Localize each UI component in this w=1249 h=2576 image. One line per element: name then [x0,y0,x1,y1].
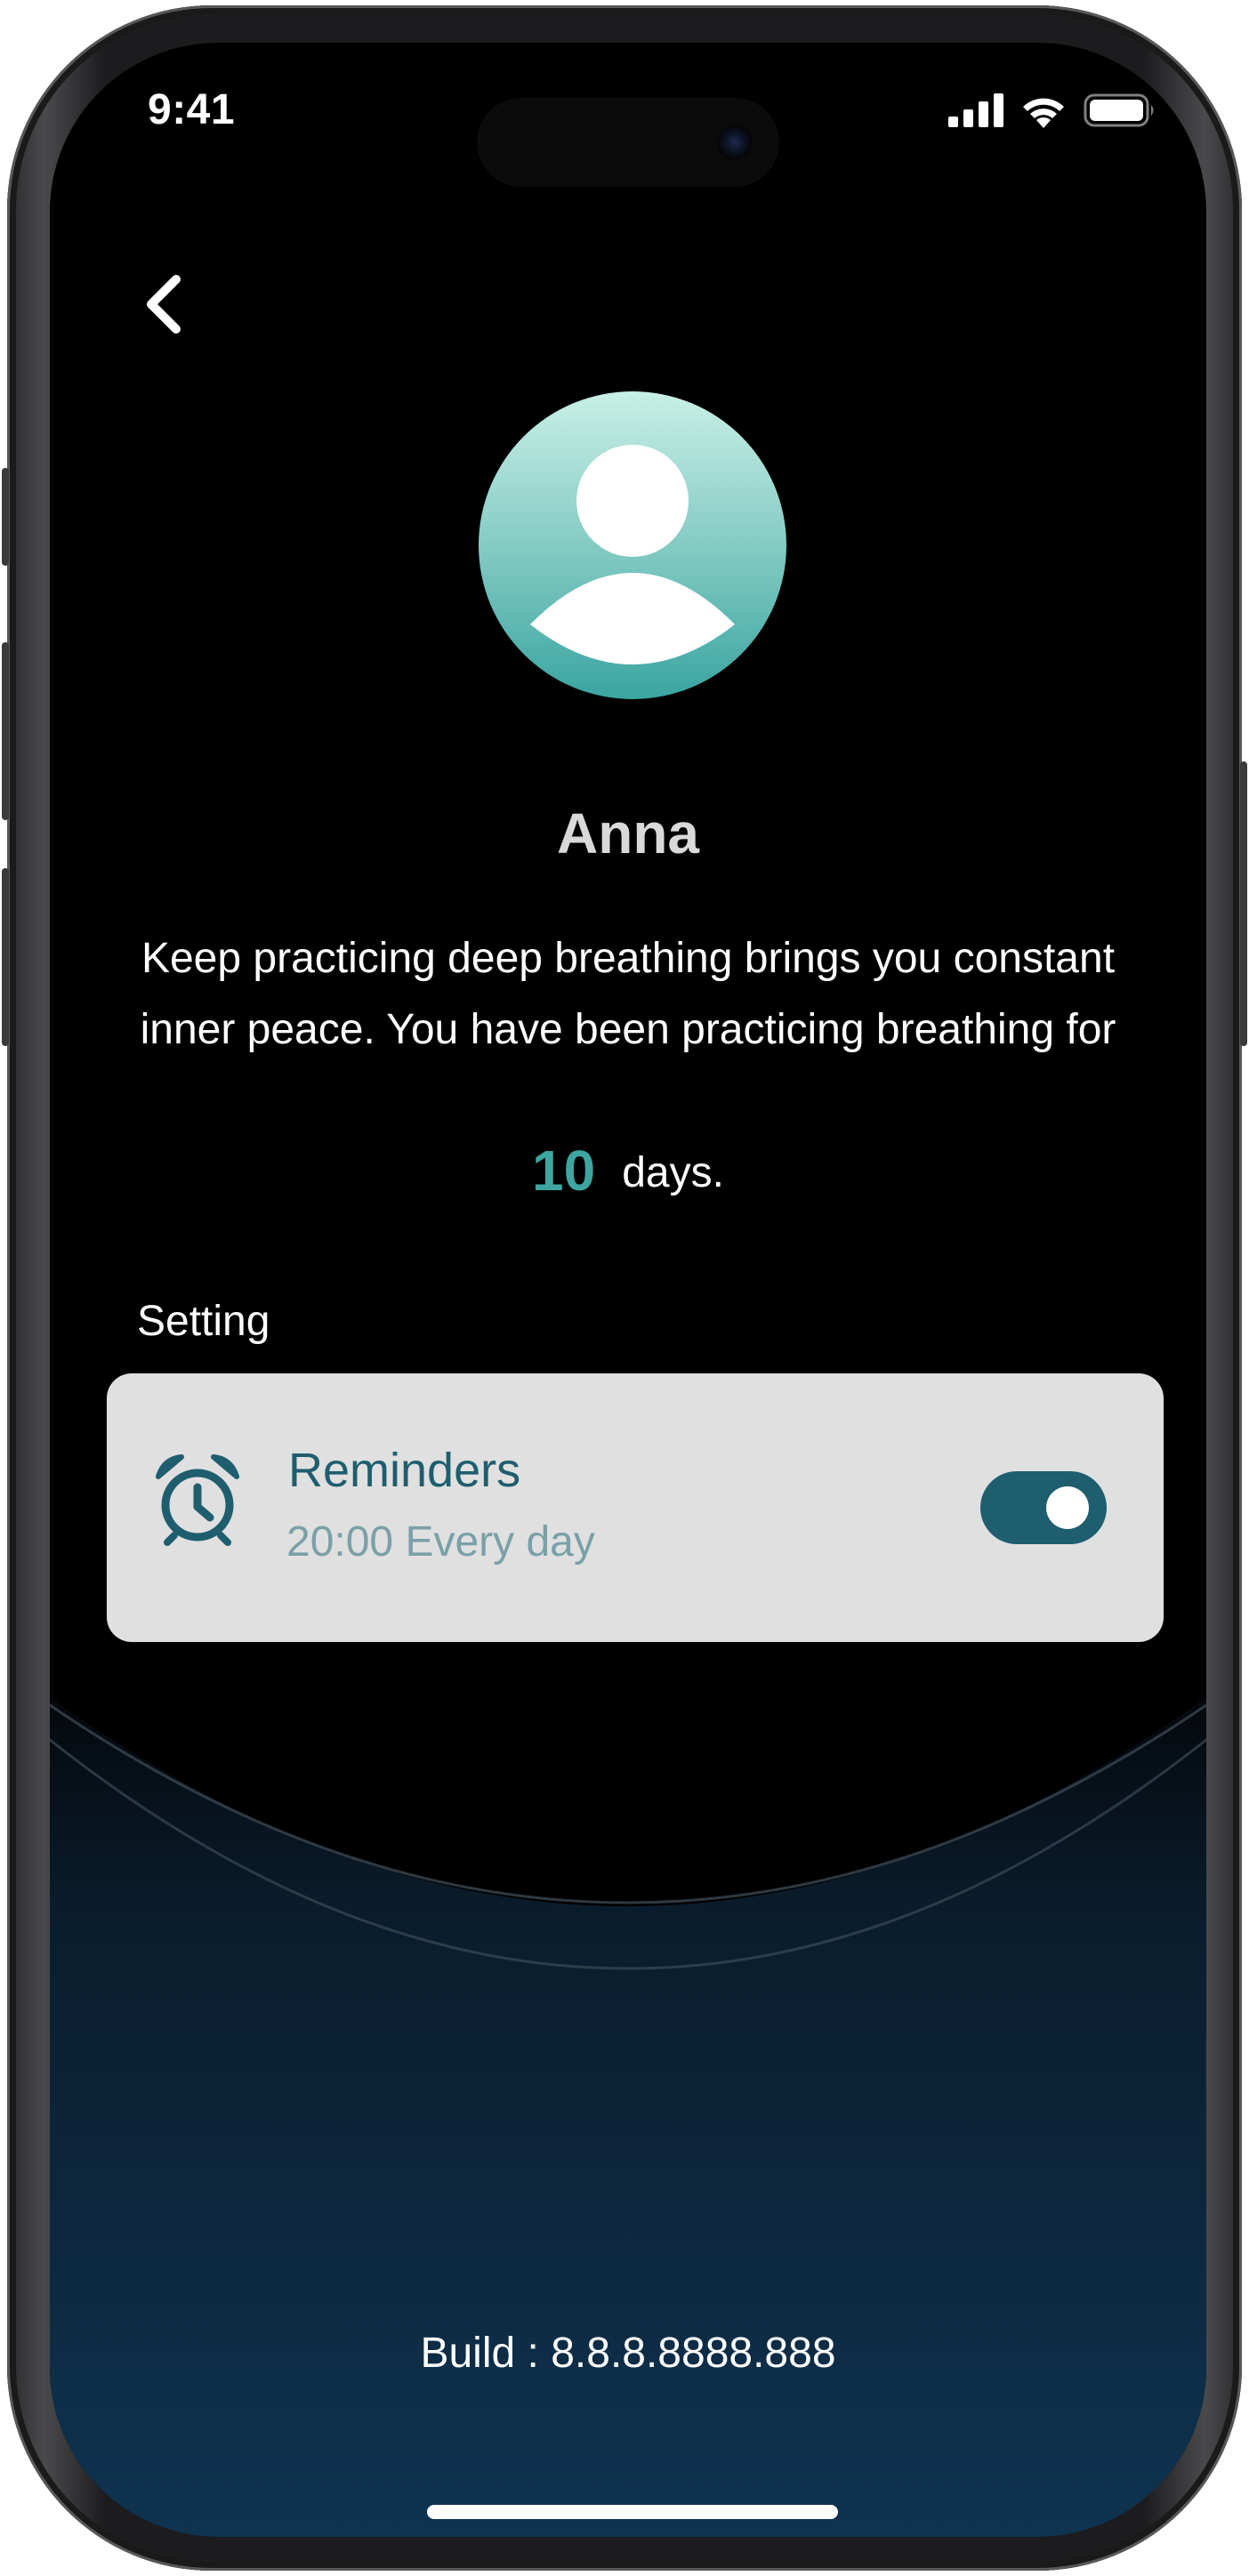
chevron-left-icon [147,275,181,334]
status-time: 9:41 [148,86,236,133]
avatar [479,391,786,699]
days-label: days. [622,1149,724,1196]
reminder-toggle[interactable] [980,1471,1107,1544]
phone-frame: 9:41 Anna Keep practicing deep breathing… [2,5,1247,2571]
battery-icon [1084,93,1154,127]
power-button [1240,761,1247,1046]
home-indicator[interactable] [427,2505,838,2519]
toggle-knob [1046,1486,1089,1529]
days-count: 10 [532,1139,596,1203]
practice-message: Keep practicing deep breathing brings yo… [140,935,1116,1053]
action-button [2,468,9,566]
build-version: Build : 8.8.8.8888.888 [420,2330,836,2377]
reminder-schedule: 20:00 Every day [286,1518,595,1566]
signal-icon [948,93,1003,127]
wifi-icon [1023,98,1064,128]
settings-section-title: Setting [137,1298,270,1345]
volume-up-button [2,642,9,820]
reminder-title: Reminders [288,1444,521,1497]
reminders-card[interactable]: Reminders 20:00 Every day [107,1373,1164,1642]
days-practiced: 10 days. [50,1135,1206,1209]
alarm-clock-icon [156,1454,239,1546]
app-screen: 9:41 Anna Keep practicing deep breathing… [50,43,1206,2537]
user-silhouette-icon [530,445,735,664]
back-button[interactable] [128,256,199,345]
status-icons [948,93,1156,128]
front-camera [717,125,753,160]
volume-down-button [2,868,9,1046]
user-name: Anna [557,801,699,865]
